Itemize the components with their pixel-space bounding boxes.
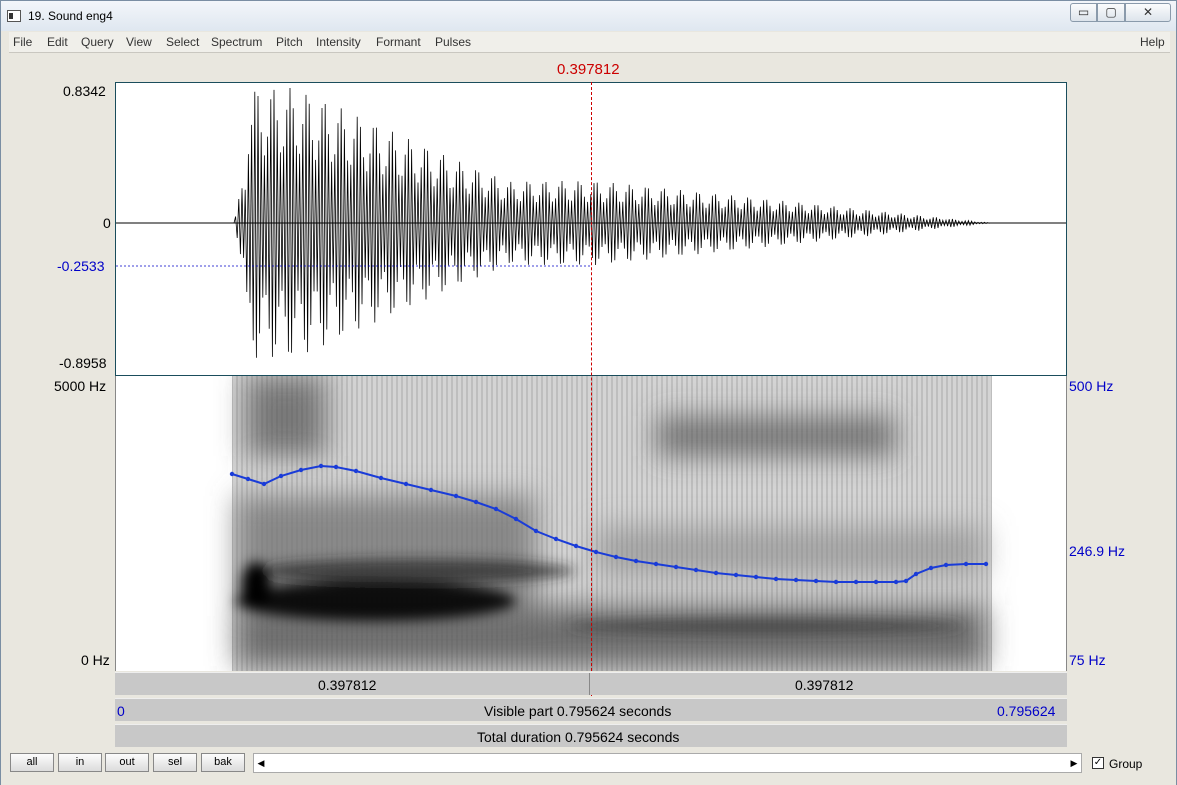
time-left-label: 0.397812	[318, 677, 377, 693]
pitch-point	[913, 571, 919, 577]
pitch-top-label: 500 Hz	[1069, 378, 1114, 394]
minimize-button[interactable]: ▭	[1070, 3, 1097, 22]
pitch-point	[261, 481, 267, 487]
pitch-point	[613, 554, 619, 560]
spectrogram-bottom-label: 0 Hz	[81, 652, 110, 668]
visible-start-label: 0	[117, 703, 125, 719]
scroll-left-arrow-icon[interactable]: ◀	[254, 754, 268, 772]
window-title: 19. Sound eng4	[28, 9, 113, 23]
spectrogram-top-label: 5000 Hz	[54, 378, 107, 394]
visible-part-bar[interactable]: 0 Visible part 0.795624 seconds 0.795624	[115, 698, 1067, 721]
praat-sound-window: 19. Sound eng4 ▭ ▢ ✕ File Edit Query Vie…	[0, 0, 1177, 785]
pitch-point	[943, 562, 949, 568]
pitch-point	[318, 463, 324, 469]
pitch-point	[493, 506, 499, 512]
pitch-point	[513, 516, 519, 522]
sel-button[interactable]: sel	[153, 753, 197, 772]
pitch-point	[793, 577, 799, 583]
pitch-point	[453, 493, 459, 499]
waveform-zero-label: 0	[103, 215, 111, 231]
bak-button[interactable]: bak	[201, 753, 245, 772]
spectrogram-image	[232, 376, 992, 671]
pitch-bottom-label: 75 Hz	[1069, 652, 1106, 668]
pitch-point	[713, 570, 719, 576]
pitch-point	[593, 549, 599, 555]
maximize-button[interactable]: ▢	[1097, 3, 1125, 22]
waveform-max-label: 0.8342	[63, 83, 106, 99]
menu-select[interactable]: Select	[166, 35, 199, 49]
pitch-point	[473, 499, 479, 505]
menu-pitch[interactable]: Pitch	[276, 35, 303, 49]
pitch-point	[633, 558, 639, 564]
pitch-point	[673, 564, 679, 570]
total-duration-bar[interactable]: Total duration 0.795624 seconds	[115, 724, 1067, 747]
pitch-point	[853, 579, 859, 585]
pitch-point	[893, 579, 899, 585]
pitch-point	[245, 476, 251, 482]
pitch-point	[833, 579, 839, 585]
close-button[interactable]: ✕	[1125, 3, 1171, 22]
menu-spectrum[interactable]: Spectrum	[211, 35, 262, 49]
pitch-point	[928, 565, 934, 571]
cursor-time-bar[interactable]: 0.397812 0.397812	[115, 672, 1067, 695]
cursor-line	[591, 82, 592, 696]
pitch-point	[333, 464, 339, 470]
pitch-point	[573, 543, 579, 549]
out-button[interactable]: out	[105, 753, 149, 772]
visible-part-label: Visible part 0.795624 seconds	[484, 703, 672, 719]
pitch-point	[403, 481, 409, 487]
pitch-point	[298, 467, 304, 473]
pitch-cursor-label: 246.9 Hz	[1069, 543, 1126, 559]
scroll-right-arrow-icon[interactable]: ▶	[1067, 754, 1081, 772]
menu-query[interactable]: Query	[81, 35, 114, 49]
window-icon	[7, 10, 21, 22]
pitch-point	[773, 576, 779, 582]
group-checkbox[interactable]: ✓	[1092, 757, 1104, 769]
waveform-min-label: -0.8958	[59, 355, 107, 371]
all-button[interactable]: all	[10, 753, 54, 772]
pitch-point	[733, 572, 739, 578]
pitch-point	[873, 579, 879, 585]
time-right-label: 0.397812	[795, 677, 854, 693]
pitch-point	[983, 561, 989, 567]
menu-file[interactable]: File	[13, 35, 32, 49]
menu-edit[interactable]: Edit	[47, 35, 68, 49]
menu-bar: File Edit Query View Select Spectrum Pit…	[9, 32, 1170, 53]
menu-formant[interactable]: Formant	[376, 35, 421, 49]
horizontal-scrollbar[interactable]: ◀ ▶	[253, 753, 1082, 773]
pitch-point	[533, 528, 539, 534]
pitch-point	[553, 536, 559, 542]
menu-pulses[interactable]: Pulses	[435, 35, 471, 49]
title-bar: 19. Sound eng4 ▭ ▢ ✕	[1, 1, 1176, 31]
pitch-point	[229, 471, 235, 477]
pitch-point	[653, 561, 659, 567]
visible-end-label: 0.795624	[997, 703, 1056, 719]
time-bar-divider	[589, 673, 590, 695]
pitch-point	[903, 578, 909, 584]
pitch-point	[353, 468, 359, 474]
waveform-cursor-value: -0.2533	[57, 258, 105, 274]
menu-view[interactable]: View	[126, 35, 152, 49]
pitch-point	[278, 473, 284, 479]
pitch-point	[963, 561, 969, 567]
total-duration-label: Total duration 0.795624 seconds	[477, 729, 680, 745]
menu-help[interactable]: Help	[1140, 35, 1165, 49]
pitch-point	[813, 578, 819, 584]
group-label: Group	[1109, 757, 1143, 771]
menu-intensity[interactable]: Intensity	[316, 35, 361, 49]
pitch-point	[378, 475, 384, 481]
pitch-point	[693, 567, 699, 573]
in-button[interactable]: in	[58, 753, 102, 772]
pitch-point	[428, 487, 434, 493]
pitch-point	[753, 574, 759, 580]
cursor-time-label: 0.397812	[557, 61, 620, 78]
